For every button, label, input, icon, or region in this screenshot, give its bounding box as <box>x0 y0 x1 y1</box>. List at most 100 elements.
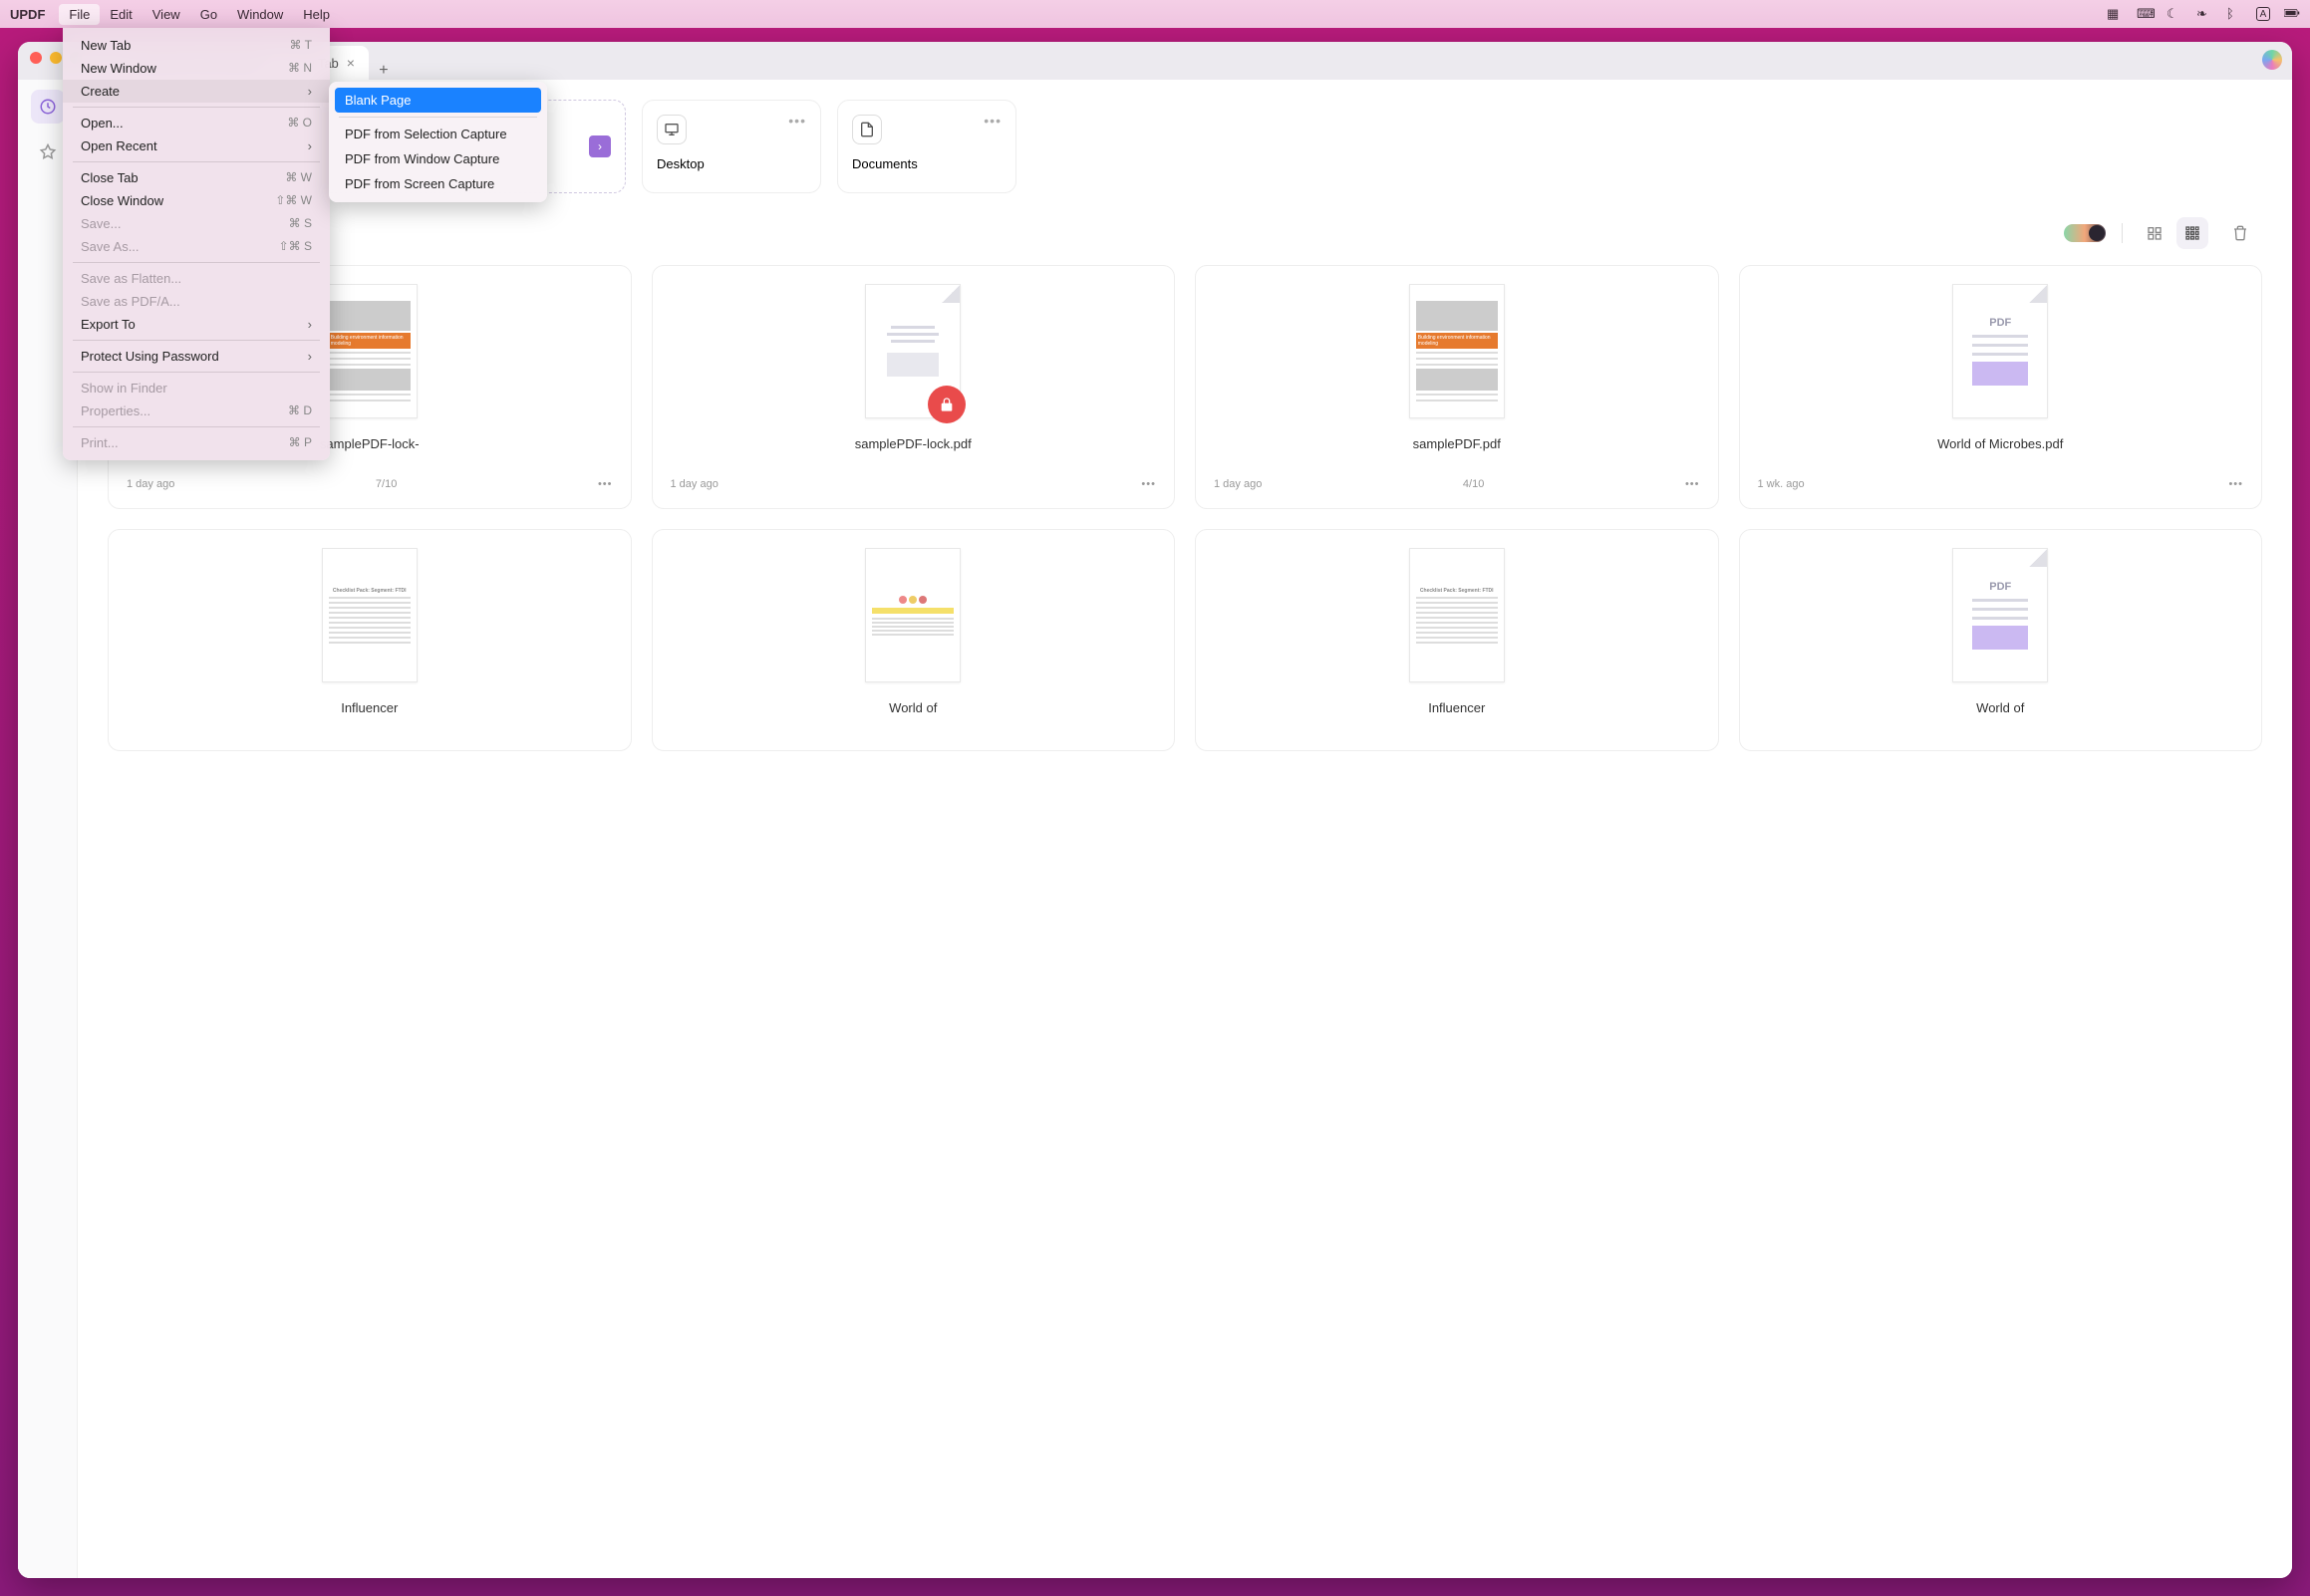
submenu-blank-page[interactable]: Blank Page <box>335 88 541 113</box>
close-tab-icon[interactable]: × <box>347 55 355 71</box>
delete-button[interactable] <box>2224 217 2256 249</box>
file-card[interactable]: PDF World of Microbes.pdf 1 wk. ago ••• <box>1739 265 2263 509</box>
color-toggle[interactable] <box>2064 224 2106 242</box>
menu-save-pdfa: Save as PDF/A... <box>63 290 330 313</box>
file-title: Influencer <box>1428 700 1485 732</box>
file-title: samplePDF-lock- <box>320 436 420 468</box>
file-thumbnail: PDF <box>1952 284 2048 418</box>
minimize-window-button[interactable] <box>50 52 62 64</box>
file-menu-icon[interactable]: ••• <box>1141 478 1156 490</box>
file-card[interactable]: samplePDF-lock.pdf 1 day ago ••• <box>652 265 1176 509</box>
file-grid: Building environment information modelin… <box>108 265 2262 751</box>
list-view-button[interactable] <box>2139 217 2170 249</box>
file-card[interactable]: Checklist Pack: Segment: FTDI Influencer <box>1195 529 1719 751</box>
chevron-right-icon: › <box>308 349 312 364</box>
file-menu-dropdown: New Tab⌘ T New Window⌘ N Create› Open...… <box>63 28 330 460</box>
create-submenu: Blank Page PDF from Selection Capture PD… <box>329 82 547 202</box>
file-pages: 4/10 <box>1463 478 1484 490</box>
submenu-screen-capture[interactable]: PDF from Screen Capture <box>335 171 541 196</box>
menu-view[interactable]: View <box>143 4 190 25</box>
file-card[interactable]: Building environment information modelin… <box>1195 265 1719 509</box>
menu-new-window[interactable]: New Window⌘ N <box>63 57 330 80</box>
file-date: 1 day ago <box>127 478 174 490</box>
new-tab-button[interactable]: + <box>369 62 399 80</box>
card-menu-icon[interactable]: ••• <box>788 113 806 129</box>
file-title: World of Microbes.pdf <box>1937 436 2063 468</box>
menu-print: Print...⌘ P <box>63 431 330 454</box>
menu-save-as: Save As...⇧⌘ S <box>63 235 330 258</box>
menu-file[interactable]: File <box>59 4 100 25</box>
menu-help[interactable]: Help <box>293 4 340 25</box>
grid-view-button[interactable] <box>2176 217 2208 249</box>
submenu-window-capture[interactable]: PDF from Window Capture <box>335 146 541 171</box>
quick-desktop-card[interactable]: Desktop ••• <box>642 100 821 193</box>
file-thumbnail <box>865 284 961 418</box>
quick-desktop-label: Desktop <box>657 156 806 171</box>
file-thumbnail: Building environment information modelin… <box>1409 284 1505 418</box>
file-title: Influencer <box>341 700 398 732</box>
main-content: › Desktop ••• Documents ••• By: Newest F… <box>78 80 2292 1578</box>
app-name: UPDF <box>10 7 45 22</box>
desktop-icon <box>657 115 687 144</box>
tray-icon-leaf[interactable]: ❧ <box>2196 6 2212 22</box>
menu-show-finder: Show in Finder <box>63 377 330 399</box>
file-date: 1 day ago <box>671 478 719 490</box>
file-card[interactable]: PDF World of <box>1739 529 2263 751</box>
menu-properties: Properties...⌘ D <box>63 399 330 422</box>
menu-close-tab[interactable]: Close Tab⌘ W <box>63 166 330 189</box>
menu-go[interactable]: Go <box>190 4 227 25</box>
tray-icon-moon[interactable]: ☾ <box>2166 6 2182 22</box>
file-card[interactable]: World of <box>652 529 1176 751</box>
app-window: samplePDF-lock-Flatten New Tab × + › <box>18 42 2292 1578</box>
menu-save: Save...⌘ S <box>63 212 330 235</box>
input-source-icon[interactable]: A <box>2256 7 2270 21</box>
file-thumbnail: Checklist Pack: Segment: FTDI <box>322 548 418 682</box>
file-menu-icon[interactable]: ••• <box>1685 478 1700 490</box>
file-title: samplePDF.pdf <box>1413 436 1501 468</box>
lock-icon <box>928 386 966 423</box>
chevron-right-icon: › <box>308 138 312 153</box>
menu-export-to[interactable]: Export To› <box>63 313 330 336</box>
file-menu-icon[interactable]: ••• <box>598 478 613 490</box>
menu-close-window[interactable]: Close Window⇧⌘ W <box>63 189 330 212</box>
file-menu-icon[interactable]: ••• <box>2228 478 2243 490</box>
file-title: World of <box>1976 700 2024 732</box>
menu-create[interactable]: Create› <box>63 80 330 103</box>
chevron-right-icon: › <box>308 317 312 332</box>
quick-documents-label: Documents <box>852 156 1002 171</box>
sidebar-favorites-icon[interactable] <box>31 135 65 169</box>
file-pages: 7/10 <box>376 478 397 490</box>
file-thumbnail: Building environment information modelin… <box>322 284 418 418</box>
battery-icon[interactable] <box>2284 5 2300 24</box>
tray-icon-1[interactable]: ▦ <box>2107 6 2123 22</box>
quick-documents-card[interactable]: Documents ••• <box>837 100 1016 193</box>
menu-save-flatten: Save as Flatten... <box>63 267 330 290</box>
macos-menubar: UPDF File Edit View Go Window Help ▦ ⌨ ☾… <box>0 0 2310 28</box>
file-thumbnail <box>865 548 961 682</box>
profile-avatar[interactable] <box>2262 50 2282 70</box>
tab-bar: samplePDF-lock-Flatten New Tab × + <box>18 42 2292 80</box>
file-thumbnail: PDF <box>1952 548 2048 682</box>
menu-new-tab[interactable]: New Tab⌘ T <box>63 34 330 57</box>
file-date: 1 day ago <box>1214 478 1262 490</box>
sidebar-recent-icon[interactable] <box>31 90 65 124</box>
file-title: World of <box>889 700 937 732</box>
file-thumbnail: Checklist Pack: Segment: FTDI <box>1409 548 1505 682</box>
file-card[interactable]: Checklist Pack: Segment: FTDI Influencer <box>108 529 632 751</box>
file-date: 1 wk. ago <box>1758 478 1805 490</box>
menu-window[interactable]: Window <box>227 4 293 25</box>
chevron-right-icon: › <box>308 84 312 99</box>
menu-edit[interactable]: Edit <box>100 4 142 25</box>
menu-open[interactable]: Open...⌘ O <box>63 112 330 134</box>
menu-open-recent[interactable]: Open Recent› <box>63 134 330 157</box>
file-title: samplePDF-lock.pdf <box>855 436 972 468</box>
documents-icon <box>852 115 882 144</box>
tray-icon-2[interactable]: ⌨ <box>2137 6 2153 22</box>
submenu-selection-capture[interactable]: PDF from Selection Capture <box>335 122 541 146</box>
bluetooth-icon[interactable]: ᛒ <box>2226 6 2242 22</box>
close-window-button[interactable] <box>30 52 42 64</box>
menu-protect[interactable]: Protect Using Password› <box>63 345 330 368</box>
system-tray: ▦ ⌨ ☾ ❧ ᛒ A <box>2107 5 2300 24</box>
card-menu-icon[interactable]: ••• <box>984 113 1002 129</box>
expand-arrow-icon[interactable]: › <box>589 135 611 157</box>
